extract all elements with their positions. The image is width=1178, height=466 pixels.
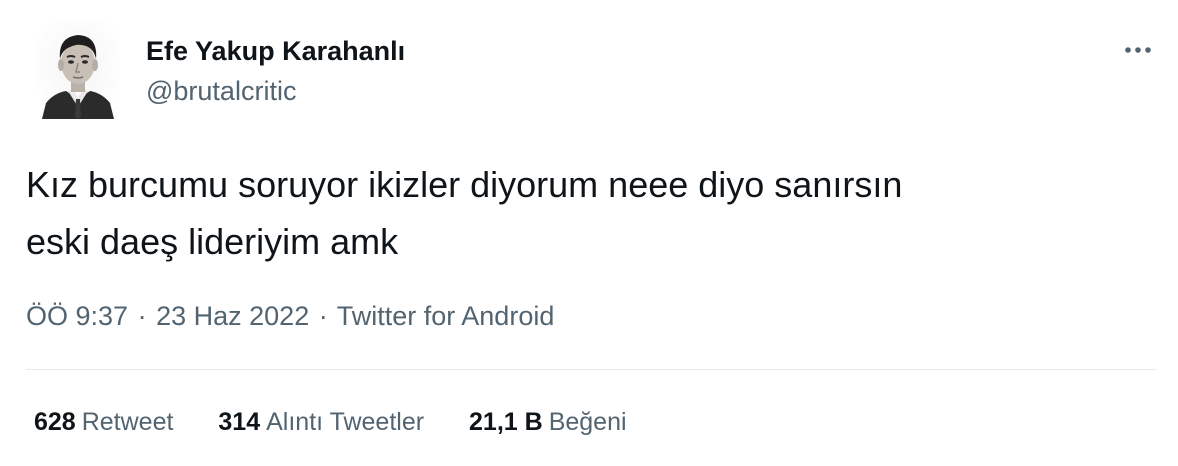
tweet-text: Kız burcumu soruyor ikizler diyorum neee…	[26, 164, 903, 262]
meta-separator: ·	[318, 301, 328, 331]
quote-tweets-count: 314	[218, 408, 261, 436]
quote-tweets-stat[interactable]: 314 Alıntı Tweetler	[218, 404, 424, 440]
likes-stat[interactable]: 21,1 B Beğeni	[469, 404, 627, 440]
tweet-card: Efe Yakup Karahanlı @brutalcritic Kız bu…	[0, 0, 1178, 466]
divider	[26, 369, 1157, 370]
meta-separator: ·	[137, 301, 147, 331]
retweets-label: Retweet	[81, 408, 174, 436]
likes-label: Beğeni	[548, 408, 627, 436]
author-handle[interactable]: @brutalcritic	[146, 75, 296, 107]
quote-tweets-label: Alıntı Tweetler	[266, 408, 425, 436]
tweet-source-link[interactable]: Twitter for Android	[337, 301, 555, 331]
retweets-count: 628	[34, 408, 76, 436]
tweet-meta: ÖÖ 9:37 · 23 Haz 2022 · Twitter for Andr…	[26, 298, 554, 334]
more-horizontal-icon	[1125, 47, 1151, 53]
avatar-photo	[36, 21, 120, 119]
tweet-time-link[interactable]: ÖÖ 9:37	[26, 301, 128, 331]
author-display-name[interactable]: Efe Yakup Karahanlı	[146, 35, 405, 67]
likes-count: 21,1 B	[469, 408, 543, 436]
tweet-date-link[interactable]: 23 Haz 2022	[156, 301, 309, 331]
avatar[interactable]	[36, 21, 120, 119]
retweets-stat[interactable]: 628 Retweet	[34, 404, 173, 440]
tweet-stats: 628 Retweet 314 Alıntı Tweetler 21,1 B Beğe…	[34, 404, 665, 440]
more-options-button[interactable]	[1118, 36, 1158, 64]
